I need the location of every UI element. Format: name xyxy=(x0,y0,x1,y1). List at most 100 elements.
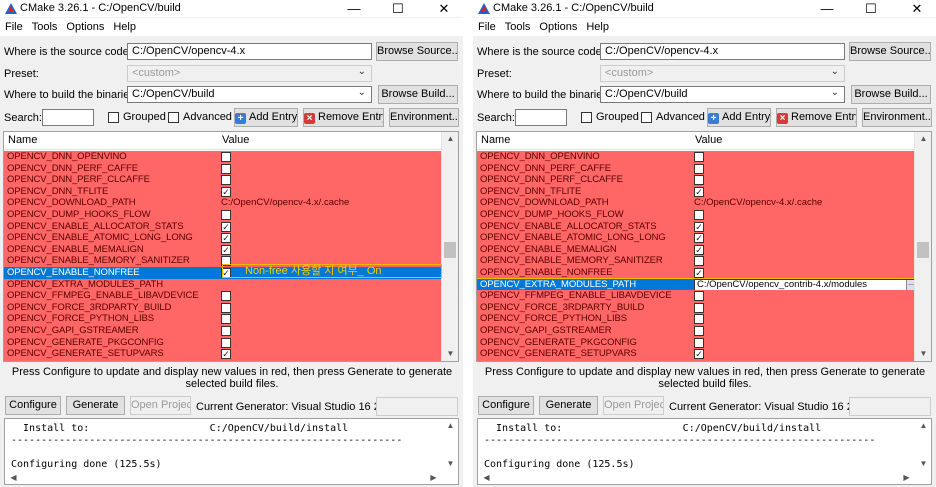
source-input[interactable]: C:/OpenCV/opencv-4.x xyxy=(600,43,845,60)
table-row[interactable]: OPENCV_GENERATE_SETUPVARS ✓ xyxy=(4,348,441,360)
table-row[interactable]: OPENCV_ENABLE_ALLOCATOR_STATS ✓ xyxy=(477,220,914,233)
source-input[interactable]: C:/OpenCV/opencv-4.x xyxy=(127,43,372,60)
unchecked-checkbox[interactable] xyxy=(694,302,704,313)
table-row[interactable]: OPENCV_FFMPEG_ENABLE_LIBAVDEVICE xyxy=(477,290,914,302)
table-row[interactable]: OPENCV_FORCE_3RDPARTY_BUILD xyxy=(477,301,914,314)
unchecked-checkbox[interactable] xyxy=(221,175,231,186)
log-scroll-left-icon[interactable]: ◀ xyxy=(5,471,22,484)
table-row[interactable]: OPENCV_DNN_PERF_CAFFE xyxy=(477,162,914,175)
unchecked-checkbox[interactable] xyxy=(694,314,704,325)
grouped-checkbox[interactable] xyxy=(108,112,119,123)
row-value[interactable]: C:/OpenCV/opencv-4.x/.cache xyxy=(221,197,349,209)
table-row[interactable]: OPENCV_ENABLE_MEMALIGN ✓ xyxy=(477,243,914,256)
unchecked-checkbox[interactable] xyxy=(694,360,704,361)
browse-source-button[interactable]: Browse Source... xyxy=(376,42,458,61)
table-row[interactable]: OPENCV_FORCE_PYTHON_LIBS xyxy=(4,313,441,325)
table-row[interactable]: OPENCV_GAPI_GSTREAMER xyxy=(477,324,914,337)
table-row[interactable]: OPENCV_EXTRA_MODULES_PATH C:/OpenCV/openc… xyxy=(477,277,914,292)
table-row[interactable]: OPENCV_GRAPHCUT_DUMP xyxy=(4,359,441,361)
table-row[interactable]: OPENCV_ENABLE_MEMALIGN ✓ xyxy=(4,243,441,256)
table-row[interactable]: OPENCV_GENERATE_PKGCONFIG xyxy=(477,336,914,349)
environment-button[interactable]: Environment... xyxy=(389,108,459,127)
log-scroll-up-icon[interactable]: ▲ xyxy=(442,419,458,433)
grouped-checkbox[interactable] xyxy=(581,112,592,123)
scroll-up-icon[interactable]: ▲ xyxy=(915,132,931,146)
checked-checkbox[interactable]: ✓ xyxy=(221,186,231,197)
browse-build-button[interactable]: Browse Build... xyxy=(378,85,458,104)
table-row[interactable]: OPENCV_ENABLE_ATOMIC_LONG_LONG ✓ xyxy=(4,232,441,244)
log-scroll-down-icon[interactable]: ▼ xyxy=(442,457,458,471)
unchecked-checkbox[interactable] xyxy=(694,163,704,174)
unchecked-checkbox[interactable] xyxy=(221,152,231,162)
table-row[interactable]: OPENCV_DNN_OPENVINO xyxy=(4,151,441,163)
table-vertical-scrollbar[interactable]: ▲ ▼ xyxy=(441,132,458,361)
unchecked-checkbox[interactable] xyxy=(694,256,704,267)
generate-button[interactable]: Generate xyxy=(539,396,598,415)
checked-checkbox[interactable]: ✓ xyxy=(694,349,704,360)
search-input[interactable] xyxy=(42,109,94,126)
log-scroll-right-icon[interactable]: ▶ xyxy=(898,471,915,484)
column-value-header[interactable]: Value xyxy=(695,134,722,146)
checked-checkbox[interactable]: ✓ xyxy=(694,233,704,244)
table-row[interactable]: OPENCV_DOWNLOAD_PATH C:/OpenCV/opencv-4.x… xyxy=(4,197,441,209)
table-row[interactable]: OPENCV_DUMP_HOOKS_FLOW xyxy=(477,208,914,221)
menu-file[interactable]: File xyxy=(473,18,500,33)
table-row[interactable]: OPENCV_GENERATE_PKGCONFIG xyxy=(4,336,441,349)
unchecked-checkbox[interactable] xyxy=(694,291,704,302)
table-row[interactable]: OPENCV_DNN_OPENVINO xyxy=(477,151,914,163)
build-select[interactable]: C:/OpenCV/build ⌄ xyxy=(600,86,845,103)
unchecked-checkbox[interactable] xyxy=(221,337,231,348)
log-scroll-down-icon[interactable]: ▼ xyxy=(915,457,931,471)
extra-modules-path-input[interactable]: C:/OpenCV/opencv_contrib-4.x/modules... xyxy=(694,278,914,291)
close-button[interactable]: ✕ xyxy=(903,0,931,17)
table-row[interactable]: OPENCV_DUMP_HOOKS_FLOW xyxy=(4,208,441,221)
checked-checkbox[interactable]: ✓ xyxy=(694,186,704,197)
unchecked-checkbox[interactable] xyxy=(221,209,231,220)
unchecked-checkbox[interactable] xyxy=(694,175,704,186)
unchecked-checkbox[interactable] xyxy=(221,163,231,174)
row-value[interactable]: C:/OpenCV/opencv-4.x/.cache xyxy=(694,197,822,209)
unchecked-checkbox[interactable] xyxy=(221,314,231,325)
log-scroll-right-icon[interactable]: ▶ xyxy=(425,471,442,484)
unchecked-checkbox[interactable] xyxy=(694,152,704,162)
table-row[interactable]: OPENCV_ENABLE_ALLOCATOR_STATS ✓ xyxy=(4,220,441,233)
environment-button[interactable]: Environment... xyxy=(862,108,932,127)
advanced-checkbox[interactable] xyxy=(641,112,652,123)
maximize-button[interactable]: ☐ xyxy=(384,0,412,17)
close-button[interactable]: ✕ xyxy=(430,0,458,17)
menu-tools[interactable]: Tools xyxy=(27,18,62,33)
table-row[interactable]: OPENCV_FORCE_PYTHON_LIBS xyxy=(477,313,914,325)
generate-button[interactable]: Generate xyxy=(66,396,125,415)
menu-options[interactable]: Options xyxy=(61,18,108,33)
column-value-header[interactable]: Value xyxy=(222,134,249,146)
preset-select[interactable]: <custom> ⌄ xyxy=(127,65,372,82)
unchecked-checkbox[interactable] xyxy=(221,325,231,336)
output-log[interactable]: Install to: C:/OpenCV/build/install ----… xyxy=(4,418,459,485)
unchecked-checkbox[interactable] xyxy=(221,291,231,302)
remove-entry-button[interactable]: × Remove Entry xyxy=(303,108,384,127)
table-row[interactable]: OPENCV_EXTRA_MODULES_PATH xyxy=(4,278,441,291)
minimize-button[interactable]: — xyxy=(340,0,368,17)
checked-checkbox[interactable]: ✓ xyxy=(694,267,704,278)
open-project-button[interactable]: Open Project xyxy=(603,396,664,415)
table-row[interactable]: OPENCV_ENABLE_ATOMIC_LONG_LONG ✓ xyxy=(477,232,914,244)
output-log[interactable]: Install to: C:/OpenCV/build/install ----… xyxy=(477,418,932,485)
scrollbar-thumb[interactable] xyxy=(917,242,929,258)
browse-build-button[interactable]: Browse Build... xyxy=(851,85,931,104)
table-row[interactable]: OPENCV_FORCE_3RDPARTY_BUILD xyxy=(4,301,441,314)
unchecked-checkbox[interactable] xyxy=(694,337,704,348)
table-row[interactable]: OPENCV_GENERATE_SETUPVARS ✓ xyxy=(477,348,914,360)
checked-checkbox[interactable]: ✓ xyxy=(694,244,704,255)
menu-help[interactable]: Help xyxy=(108,18,140,33)
unchecked-checkbox[interactable] xyxy=(694,209,704,220)
checked-checkbox[interactable]: ✓ xyxy=(694,221,704,232)
preset-select[interactable]: <custom> ⌄ xyxy=(600,65,845,82)
maximize-button[interactable]: ☐ xyxy=(857,0,885,17)
menu-help[interactable]: Help xyxy=(581,18,613,33)
unchecked-checkbox[interactable] xyxy=(221,302,231,313)
checked-checkbox[interactable]: ✓ xyxy=(221,244,231,255)
unchecked-checkbox[interactable] xyxy=(221,360,231,361)
checked-checkbox[interactable]: ✓ xyxy=(221,349,231,360)
scroll-down-icon[interactable]: ▼ xyxy=(915,347,931,361)
browse-source-button[interactable]: Browse Source... xyxy=(849,42,931,61)
